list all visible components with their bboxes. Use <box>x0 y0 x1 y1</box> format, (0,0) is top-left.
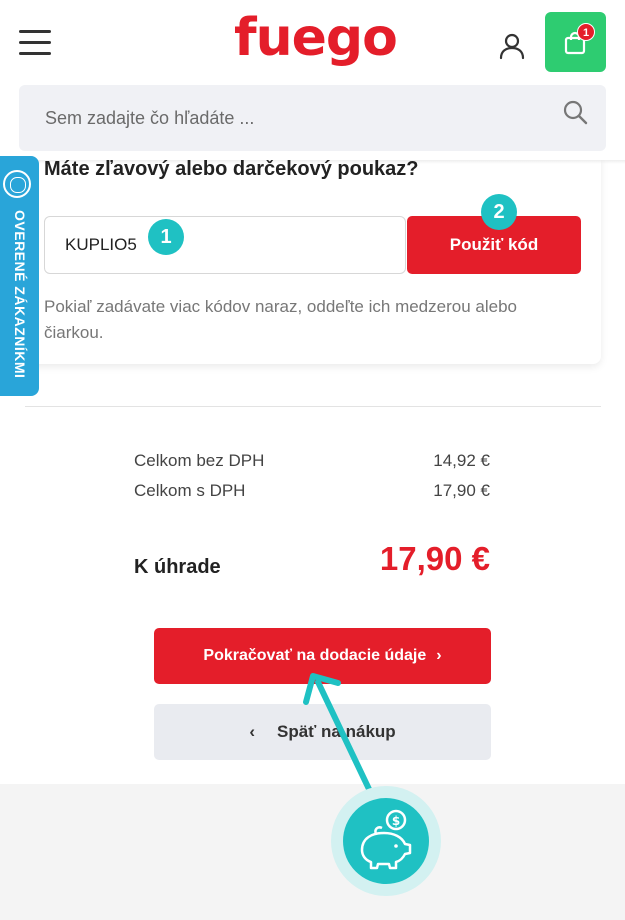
back-to-shopping-button[interactable]: ‹ Späť na nákup <box>154 704 491 760</box>
subtotal-without-vat-label: Celkom bez DPH <box>134 451 265 470</box>
continue-to-delivery-button[interactable]: Pokračovať na dodacie údaje › <box>154 628 491 684</box>
menu-icon[interactable] <box>19 30 51 56</box>
total-with-vat-value: 17,90 € <box>433 481 490 500</box>
subtotal-without-vat-value: 14,92 € <box>433 451 490 470</box>
search-icon[interactable] <box>562 99 588 125</box>
verified-tab-label: OVERENÉ ZÁKAZNÍKMI <box>12 210 28 379</box>
step-2-badge: 2 <box>481 194 517 230</box>
divider <box>25 406 601 407</box>
footer-area <box>0 784 625 920</box>
piggy-bank-icon: $ <box>343 798 429 884</box>
coupon-title: Máte zľavový alebo darčekový poukaz? <box>44 158 419 180</box>
total-with-vat-label: Celkom s DPH <box>134 481 246 500</box>
back-button-label: Späť na nákup <box>277 722 396 741</box>
chevron-right-icon: › <box>436 647 442 664</box>
search-bar <box>19 85 606 151</box>
step-1-badge: 1 <box>148 219 184 255</box>
search-input[interactable] <box>19 85 539 151</box>
user-icon[interactable] <box>497 31 527 61</box>
coupon-hint: Pokiaľ zadávate viac kódov naraz, oddeľt… <box>44 297 517 342</box>
amount-due-value: 17,90 € <box>379 540 490 577</box>
verified-by-customers-tab[interactable]: OVERENÉ ZÁKAZNÍKMI <box>0 156 39 396</box>
cart-button[interactable]: 1 <box>545 12 606 72</box>
cart-count-badge: 1 <box>577 23 595 41</box>
coupon-code-input[interactable] <box>44 216 406 274</box>
continue-button-label: Pokračovať na dodacie údaje <box>203 647 427 664</box>
svg-text:$: $ <box>392 814 400 828</box>
fuego-logo[interactable]: fuego <box>234 8 398 68</box>
chevron-left-icon: ‹ <box>249 722 255 741</box>
site-header: fuego 1 <box>0 0 625 160</box>
verified-seal-icon <box>3 170 31 198</box>
amount-due-label: K úhrade <box>134 556 221 578</box>
